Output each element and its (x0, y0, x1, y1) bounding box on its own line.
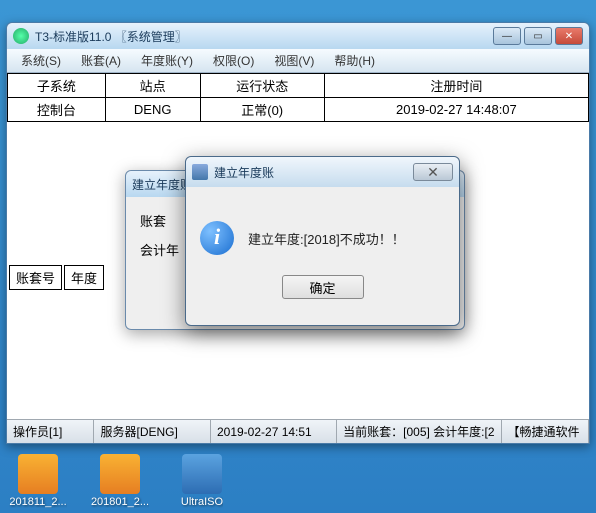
alert-message: 建立年度:[2018]不成功！！ (248, 229, 405, 248)
status-account: 当前账套：[005] 会计年度:[2 (337, 420, 501, 443)
alert-dialog: 建立年度账 ✕ 建立年度:[2018]不成功！！ 确定 (185, 156, 460, 326)
cell-regtime: 2019-02-27 14:48:07 (324, 98, 588, 122)
menu-permission[interactable]: 权限(O) (203, 49, 264, 72)
dialog2-title: 建立年度账 (214, 164, 413, 181)
menubar: 系统(S) 账套(A) 年度账(Y) 权限(O) 视图(V) 帮助(H) (7, 49, 589, 73)
col-runstatus: 运行状态 (200, 74, 324, 98)
desktop-label-1: 201811_2... (9, 496, 66, 508)
info-icon (200, 221, 234, 255)
table-row[interactable]: 控制台 DENG 正常(0) 2019-02-27 14:48:07 (8, 98, 589, 122)
desktop-shortcut-1[interactable]: 201811_2... (6, 454, 70, 508)
maximize-button[interactable]: ▭ (524, 27, 552, 45)
col-regtime: 注册时间 (324, 74, 588, 98)
cell-subsystem: 控制台 (8, 98, 106, 122)
col-station: 站点 (105, 74, 200, 98)
dialog-close-button[interactable]: ✕ (413, 163, 453, 181)
label-account: 账套 (140, 211, 166, 230)
cell-station: DENG (105, 98, 200, 122)
status-vendor: 【畅捷通软件 (502, 420, 589, 443)
menu-help[interactable]: 帮助(H) (324, 49, 385, 72)
menu-account[interactable]: 账套(A) (71, 49, 131, 72)
menu-year[interactable]: 年度账(Y) (131, 49, 203, 72)
desktop-shortcut-3[interactable]: UltraISO (170, 454, 234, 508)
app-icon (13, 28, 29, 44)
label-year: 会计年 (140, 240, 179, 259)
main-titlebar[interactable]: T3-标准版11.0 〖系统管理〗 — ▭ ✕ (7, 23, 589, 49)
file-icon (100, 454, 140, 494)
close-button[interactable]: ✕ (555, 27, 583, 45)
ultraiso-icon (182, 454, 222, 494)
dialog2-titlebar[interactable]: 建立年度账 ✕ (186, 157, 459, 187)
status-server: 服务器[DENG] (94, 420, 211, 443)
dialog-app-icon (192, 164, 208, 180)
ok-button[interactable]: 确定 (282, 275, 364, 299)
col-subsystem: 子系统 (8, 74, 106, 98)
col-acct-no: 账套号 (9, 265, 62, 290)
status-time: 2019-02-27 14:51 (211, 420, 337, 443)
menu-view[interactable]: 视图(V) (264, 49, 324, 72)
lower-table: 账套号 年度 (7, 263, 106, 292)
window-title: T3-标准版11.0 〖系统管理〗 (35, 28, 493, 45)
menu-system[interactable]: 系统(S) (11, 49, 71, 72)
desktop-label-2: 201801_2... (91, 496, 149, 508)
statusbar: 操作员[1] 服务器[DENG] 2019-02-27 14:51 当前账套：[… (7, 419, 589, 443)
minimize-button[interactable]: — (493, 27, 521, 45)
desktop-shortcut-2[interactable]: 201801_2... (88, 454, 152, 508)
status-table: 子系统 站点 运行状态 注册时间 控制台 DENG 正常(0) 2019-02-… (7, 73, 589, 122)
col-year: 年度 (64, 265, 104, 290)
status-operator: 操作员[1] (7, 420, 94, 443)
desktop-icons: 201811_2... 201801_2... UltraISO (6, 454, 234, 508)
desktop-label-3: UltraISO (181, 496, 223, 508)
file-icon (18, 454, 58, 494)
cell-runstatus: 正常(0) (200, 98, 324, 122)
